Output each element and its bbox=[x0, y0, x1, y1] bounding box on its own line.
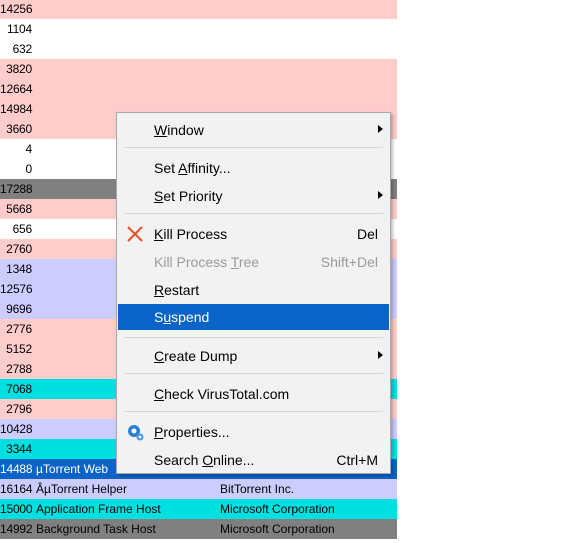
create-dump-label-post: reate Dump bbox=[164, 348, 238, 364]
pid-cell: 2796 bbox=[6, 402, 32, 416]
menu-separator bbox=[124, 147, 383, 148]
properties-gear-icon bbox=[125, 422, 145, 442]
pid-cell: 3660 bbox=[6, 122, 32, 136]
set-priority-label-post: et Priority bbox=[163, 188, 223, 204]
pid-cell: 14992 bbox=[0, 522, 33, 536]
menu-separator bbox=[124, 411, 383, 412]
process-row[interactable]: 14992 Background Task Host Microsoft Corpo… bbox=[0, 519, 397, 539]
process-name-cell: Background Task Host bbox=[36, 522, 156, 536]
process-row[interactable]: 12664 bbox=[0, 79, 397, 99]
pid-cell: 0 bbox=[25, 162, 33, 176]
menu-separator bbox=[124, 213, 383, 214]
process-row[interactable]: 15000 Application Frame Host Microsoft Cor… bbox=[0, 499, 397, 519]
pid-cell: 17288 bbox=[0, 182, 33, 196]
pid-cell: 14256 bbox=[0, 2, 33, 16]
process-name-cell: ÂµTorrent Helper bbox=[36, 482, 127, 496]
pid-cell: 2788 bbox=[6, 362, 32, 376]
company-cell: Microsoft Corporation bbox=[220, 502, 335, 516]
suspend-label-pre: S bbox=[154, 309, 164, 325]
search-online-label-post: nline... bbox=[213, 452, 255, 468]
menu-item-create-dump[interactable]: Create Dump bbox=[118, 344, 389, 368]
menu-item-kill-process-tree[interactable]: Kill Process Tree Shift+Del bbox=[118, 250, 389, 274]
restart-label-accel: R bbox=[154, 282, 165, 298]
process-row[interactable]: 632 bbox=[0, 39, 397, 59]
search-online-label-pre: Search bbox=[154, 452, 203, 468]
pid-cell: 656 bbox=[12, 222, 33, 236]
process-row[interactable]: 1104 bbox=[0, 19, 397, 39]
pid-cell: 16164 bbox=[0, 482, 33, 496]
set-priority-label-accel: S bbox=[154, 188, 164, 204]
process-name-cell: Application Frame Host bbox=[36, 502, 161, 516]
suspend-label-post: spend bbox=[171, 309, 210, 325]
pid-cell: 4 bbox=[25, 142, 33, 156]
menu-item-suspend[interactable]: Suspend bbox=[118, 304, 389, 330]
pid-cell: 14488 bbox=[0, 462, 33, 476]
pid-cell: 7068 bbox=[6, 382, 32, 396]
pid-cell: 632 bbox=[12, 42, 33, 56]
properties-label-post: roperties... bbox=[163, 424, 230, 440]
restart-label-post: estart bbox=[164, 282, 200, 298]
pid-cell: 5152 bbox=[6, 342, 32, 356]
process-row[interactable]: 14256 bbox=[0, 0, 397, 19]
kill-process-shortcut: Del bbox=[356, 226, 378, 242]
menu-separator bbox=[124, 337, 383, 338]
create-dump-label-accel: C bbox=[154, 348, 165, 364]
pid-cell: 12576 bbox=[0, 282, 33, 296]
pid-cell: 3820 bbox=[6, 62, 32, 76]
menu-item-set-affinity[interactable]: Set Affinity... bbox=[118, 156, 389, 180]
chevron-right-icon bbox=[378, 125, 383, 133]
set-affinity-label-post: ffinity... bbox=[187, 160, 231, 176]
check-vt-label-accel: C bbox=[154, 386, 165, 402]
search-online-shortcut: Ctrl+M bbox=[336, 452, 378, 468]
pid-cell: 1348 bbox=[6, 262, 32, 276]
menu-item-set-priority[interactable]: Set Priority bbox=[118, 184, 389, 208]
pid-cell: 5668 bbox=[6, 202, 32, 216]
x-icon bbox=[125, 224, 145, 244]
menu-item-restart[interactable]: Restart bbox=[118, 278, 389, 302]
company-cell: Microsoft Corporation bbox=[220, 522, 335, 536]
set-affinity-label-pre: Set bbox=[154, 160, 179, 176]
menu-item-window[interactable]: Window bbox=[118, 118, 389, 142]
pid-cell: 3344 bbox=[6, 442, 32, 456]
check-vt-label-post: heck VirusTotal.com bbox=[164, 386, 290, 402]
kill-tree-label-post: ree bbox=[238, 254, 260, 270]
process-row[interactable]: 16164 ÂµTorrent Helper BitTorrent Inc. bbox=[0, 479, 397, 499]
pid-cell: 2760 bbox=[6, 242, 32, 256]
search-online-label-accel: O bbox=[202, 452, 214, 468]
pid-cell: 9696 bbox=[6, 302, 32, 316]
suspend-label-accel: u bbox=[163, 309, 172, 325]
process-row[interactable]: 3820 bbox=[0, 59, 397, 79]
pid-cell: 1104 bbox=[6, 22, 32, 36]
kill-tree-label-accel: T bbox=[230, 254, 239, 270]
properties-label-accel: P bbox=[154, 424, 164, 440]
kill-process-label-post: ill Process bbox=[163, 226, 228, 242]
kill-tree-label-pre: Kill Process bbox=[154, 254, 231, 270]
pid-cell: 10428 bbox=[0, 422, 33, 436]
kill-process-label-accel: K bbox=[154, 226, 164, 242]
pid-cell: 12664 bbox=[0, 82, 33, 96]
pid-cell: 15000 bbox=[0, 502, 33, 516]
menu-item-properties[interactable]: Properties... bbox=[118, 420, 389, 444]
company-cell: BitTorrent Inc. bbox=[220, 482, 295, 496]
menu-separator bbox=[124, 373, 383, 374]
chevron-right-icon bbox=[378, 351, 383, 359]
menu-item-window-label-accel: W bbox=[154, 122, 168, 138]
menu-item-search-online[interactable]: Search Online... Ctrl+M bbox=[118, 448, 389, 472]
pid-cell: 14984 bbox=[0, 102, 33, 116]
context-menu: Window Set Affinity... Set Priority Kill… bbox=[116, 112, 391, 474]
menu-item-check-virustotal[interactable]: Check VirusTotal.com bbox=[118, 382, 389, 406]
kill-tree-shortcut: Shift+Del bbox=[320, 254, 378, 270]
pid-cell: 2776 bbox=[6, 322, 32, 336]
menu-item-kill-process[interactable]: Kill Process Del bbox=[118, 222, 389, 246]
chevron-right-icon bbox=[378, 191, 383, 199]
menu-item-window-label-post: indow bbox=[167, 122, 204, 138]
